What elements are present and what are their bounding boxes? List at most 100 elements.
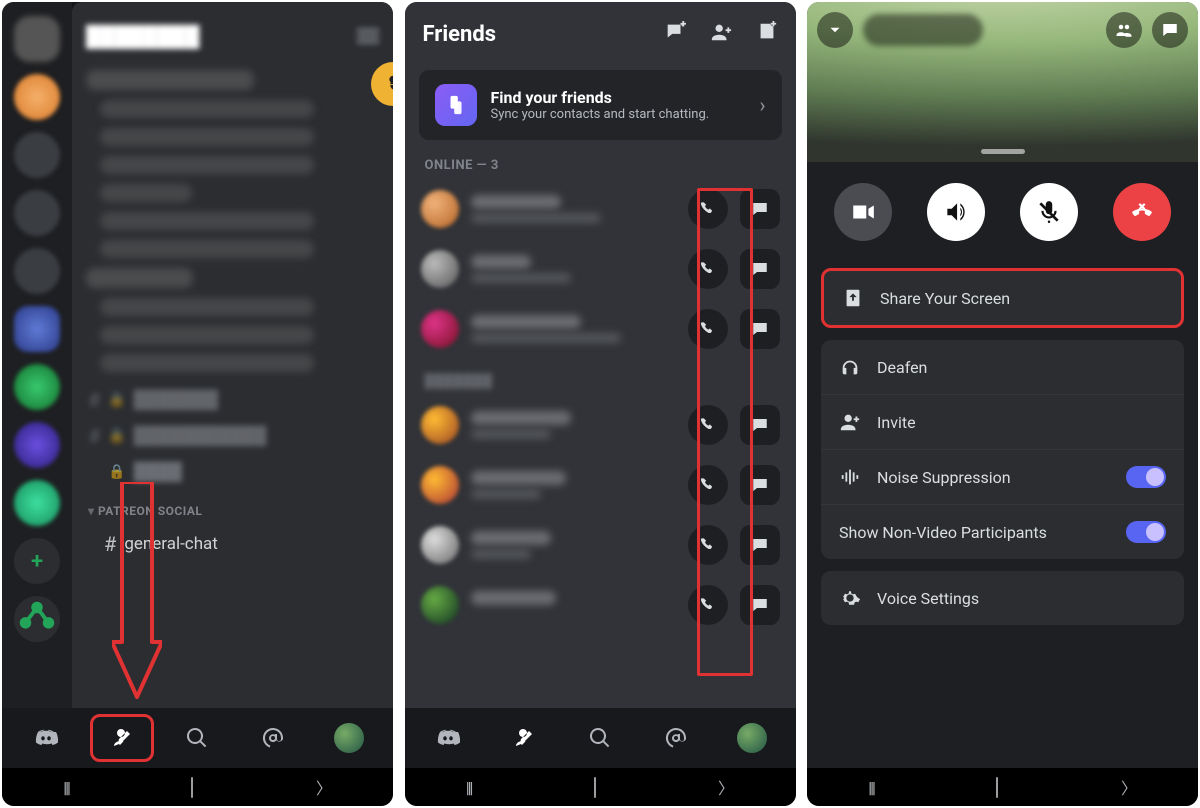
friend-row[interactable]: [405, 299, 796, 359]
android-recents[interactable]: |||: [63, 778, 69, 797]
hash-icon: #: [104, 532, 116, 556]
hangup-button[interactable]: [1113, 183, 1171, 241]
server-item[interactable]: [14, 364, 60, 410]
category-patreon-social[interactable]: ▾ PATREON SOCIAL: [88, 504, 385, 518]
show-non-video-toggle[interactable]: [1126, 521, 1166, 543]
mute-button[interactable]: [1020, 183, 1078, 241]
avatar: [421, 310, 459, 348]
share-screen-row[interactable]: Share Your Screen: [821, 268, 1184, 328]
server-item[interactable]: [14, 190, 60, 236]
screenshot-1-discord-channels: + ████████ #🔒█████: [2, 2, 393, 806]
message-button[interactable]: [740, 525, 780, 565]
channel-blur[interactable]: [100, 298, 314, 316]
add-server-button[interactable]: +: [14, 538, 60, 584]
show-non-video-row[interactable]: Show Non-Video Participants: [821, 504, 1184, 559]
call-button[interactable]: [688, 585, 728, 625]
call-button[interactable]: [688, 189, 728, 229]
friend-row[interactable]: [405, 239, 796, 299]
avatar: [421, 406, 459, 444]
minimize-call-button[interactable]: [817, 12, 853, 48]
channel-blur[interactable]: [100, 240, 314, 258]
discover-button[interactable]: [14, 596, 60, 642]
android-home[interactable]: [191, 778, 193, 797]
server-item[interactable]: [14, 306, 60, 352]
nav-profile[interactable]: [319, 716, 379, 760]
android-back[interactable]: 〈: [1121, 775, 1137, 799]
voice-settings-row[interactable]: Voice Settings: [821, 571, 1184, 625]
message-button[interactable]: [740, 309, 780, 349]
new-group-icon[interactable]: [756, 21, 778, 47]
message-button[interactable]: [740, 249, 780, 289]
show-non-video-label: Show Non-Video Participants: [839, 523, 1110, 542]
sync-contacts-icon: [435, 84, 477, 126]
android-recents[interactable]: |||: [466, 778, 472, 797]
call-controls: [807, 162, 1198, 262]
call-button[interactable]: [688, 309, 728, 349]
nav-search[interactable]: [570, 716, 630, 760]
chevron-right-icon: ›: [759, 93, 765, 117]
channel-blur[interactable]: [100, 156, 314, 174]
friend-row[interactable]: [405, 455, 796, 515]
noise-suppression-toggle[interactable]: [1126, 466, 1166, 488]
channel-blur[interactable]: [100, 212, 314, 230]
message-button[interactable]: [740, 405, 780, 445]
find-friends-subtitle: Sync your contacts and start chatting.: [491, 107, 746, 122]
channel-locked[interactable]: #🔒████: [80, 454, 385, 490]
channel-blur[interactable]: [100, 100, 314, 118]
participants-button[interactable]: [1106, 12, 1142, 48]
nav-friends[interactable]: [494, 716, 554, 760]
message-button[interactable]: [740, 585, 780, 625]
invite-row[interactable]: Invite: [821, 394, 1184, 449]
nav-search[interactable]: [167, 716, 227, 760]
noise-suppression-row[interactable]: Noise Suppression: [821, 449, 1184, 504]
server-dm-home[interactable]: [14, 16, 60, 62]
sheet-handle[interactable]: [981, 149, 1025, 154]
toggle-camera-button[interactable]: [834, 183, 892, 241]
deafen-row[interactable]: Deafen: [821, 340, 1184, 394]
new-message-icon[interactable]: [664, 21, 686, 47]
discord-bottom-nav: [2, 708, 393, 768]
nav-home[interactable]: [418, 716, 478, 760]
channel-locked[interactable]: #🔒███████: [80, 382, 385, 418]
server-item[interactable]: [14, 422, 60, 468]
message-button[interactable]: [740, 465, 780, 505]
pinned-badge[interactable]: [371, 62, 393, 106]
channel-blur[interactable]: [100, 184, 192, 202]
server-item[interactable]: [14, 132, 60, 178]
chat-button[interactable]: [1152, 12, 1188, 48]
channel-locked[interactable]: #🔒███████████: [80, 418, 385, 454]
android-back[interactable]: 〈: [718, 775, 734, 799]
friend-row[interactable]: [405, 179, 796, 239]
android-recents[interactable]: |||: [868, 778, 874, 797]
server-item[interactable]: [14, 248, 60, 294]
call-button[interactable]: [688, 525, 728, 565]
channel-blur[interactable]: [100, 326, 314, 344]
nav-home[interactable]: [16, 716, 76, 760]
channel-blur[interactable]: [100, 354, 314, 372]
call-button[interactable]: [688, 249, 728, 289]
menu-icon[interactable]: [357, 35, 379, 37]
channel-general-chat[interactable]: # general-chat: [80, 526, 385, 562]
nav-profile[interactable]: [722, 716, 782, 760]
friend-row[interactable]: [405, 575, 796, 635]
server-item[interactable]: [14, 480, 60, 526]
friends-list: ███████: [405, 179, 796, 708]
add-friend-icon[interactable]: [710, 21, 732, 47]
nav-mentions[interactable]: [243, 716, 303, 760]
android-home[interactable]: [996, 778, 998, 797]
find-friends-card[interactable]: Find your friends Sync your contacts and…: [419, 70, 782, 140]
channel-blur[interactable]: [100, 128, 314, 146]
call-button[interactable]: [688, 405, 728, 445]
server-item[interactable]: [14, 74, 60, 120]
call-button[interactable]: [688, 465, 728, 505]
friend-row[interactable]: [405, 515, 796, 575]
nav-mentions[interactable]: [646, 716, 706, 760]
friends-header: Friends: [405, 2, 796, 66]
nav-friends[interactable]: [92, 716, 152, 760]
android-back[interactable]: 〈: [316, 775, 332, 799]
message-button[interactable]: [740, 189, 780, 229]
avatar: [421, 190, 459, 228]
friend-row[interactable]: [405, 395, 796, 455]
audio-output-button[interactable]: [927, 183, 985, 241]
android-home[interactable]: [594, 778, 596, 797]
